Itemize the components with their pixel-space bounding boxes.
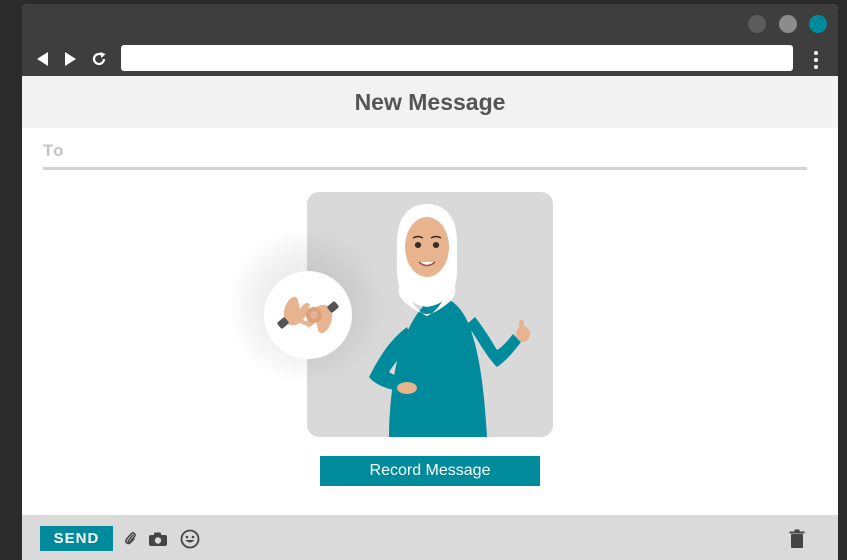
sign-language-hands-icon: [277, 296, 339, 334]
trash-icon[interactable]: [786, 528, 808, 550]
browser-titlebar: [22, 4, 838, 76]
to-label: To: [43, 141, 65, 160]
more-vert-icon[interactable]: [806, 49, 826, 71]
to-field-underline: [43, 167, 807, 170]
maximize-button[interactable]: [779, 15, 797, 33]
address-bar[interactable]: [121, 45, 793, 71]
close-button[interactable]: [809, 15, 827, 33]
to-field[interactable]: [84, 138, 808, 168]
record-message-button[interactable]: Record Message: [320, 456, 540, 486]
compose-toolbar: SEND: [22, 515, 838, 560]
sign-language-badge: [264, 271, 352, 359]
paperclip-icon[interactable]: [120, 528, 142, 550]
reload-icon[interactable]: [88, 48, 110, 70]
emoji-icon[interactable]: [179, 528, 201, 550]
camera-icon[interactable]: [147, 528, 169, 550]
back-arrow-icon[interactable]: [32, 48, 54, 70]
page-title: New Message: [354, 88, 506, 115]
minimize-button[interactable]: [748, 15, 766, 33]
send-button[interactable]: SEND: [40, 526, 113, 551]
compose-header: New Message: [22, 76, 838, 128]
browser-window: New Message To Record Message SEND: [22, 4, 838, 560]
forward-arrow-icon[interactable]: [59, 48, 81, 70]
